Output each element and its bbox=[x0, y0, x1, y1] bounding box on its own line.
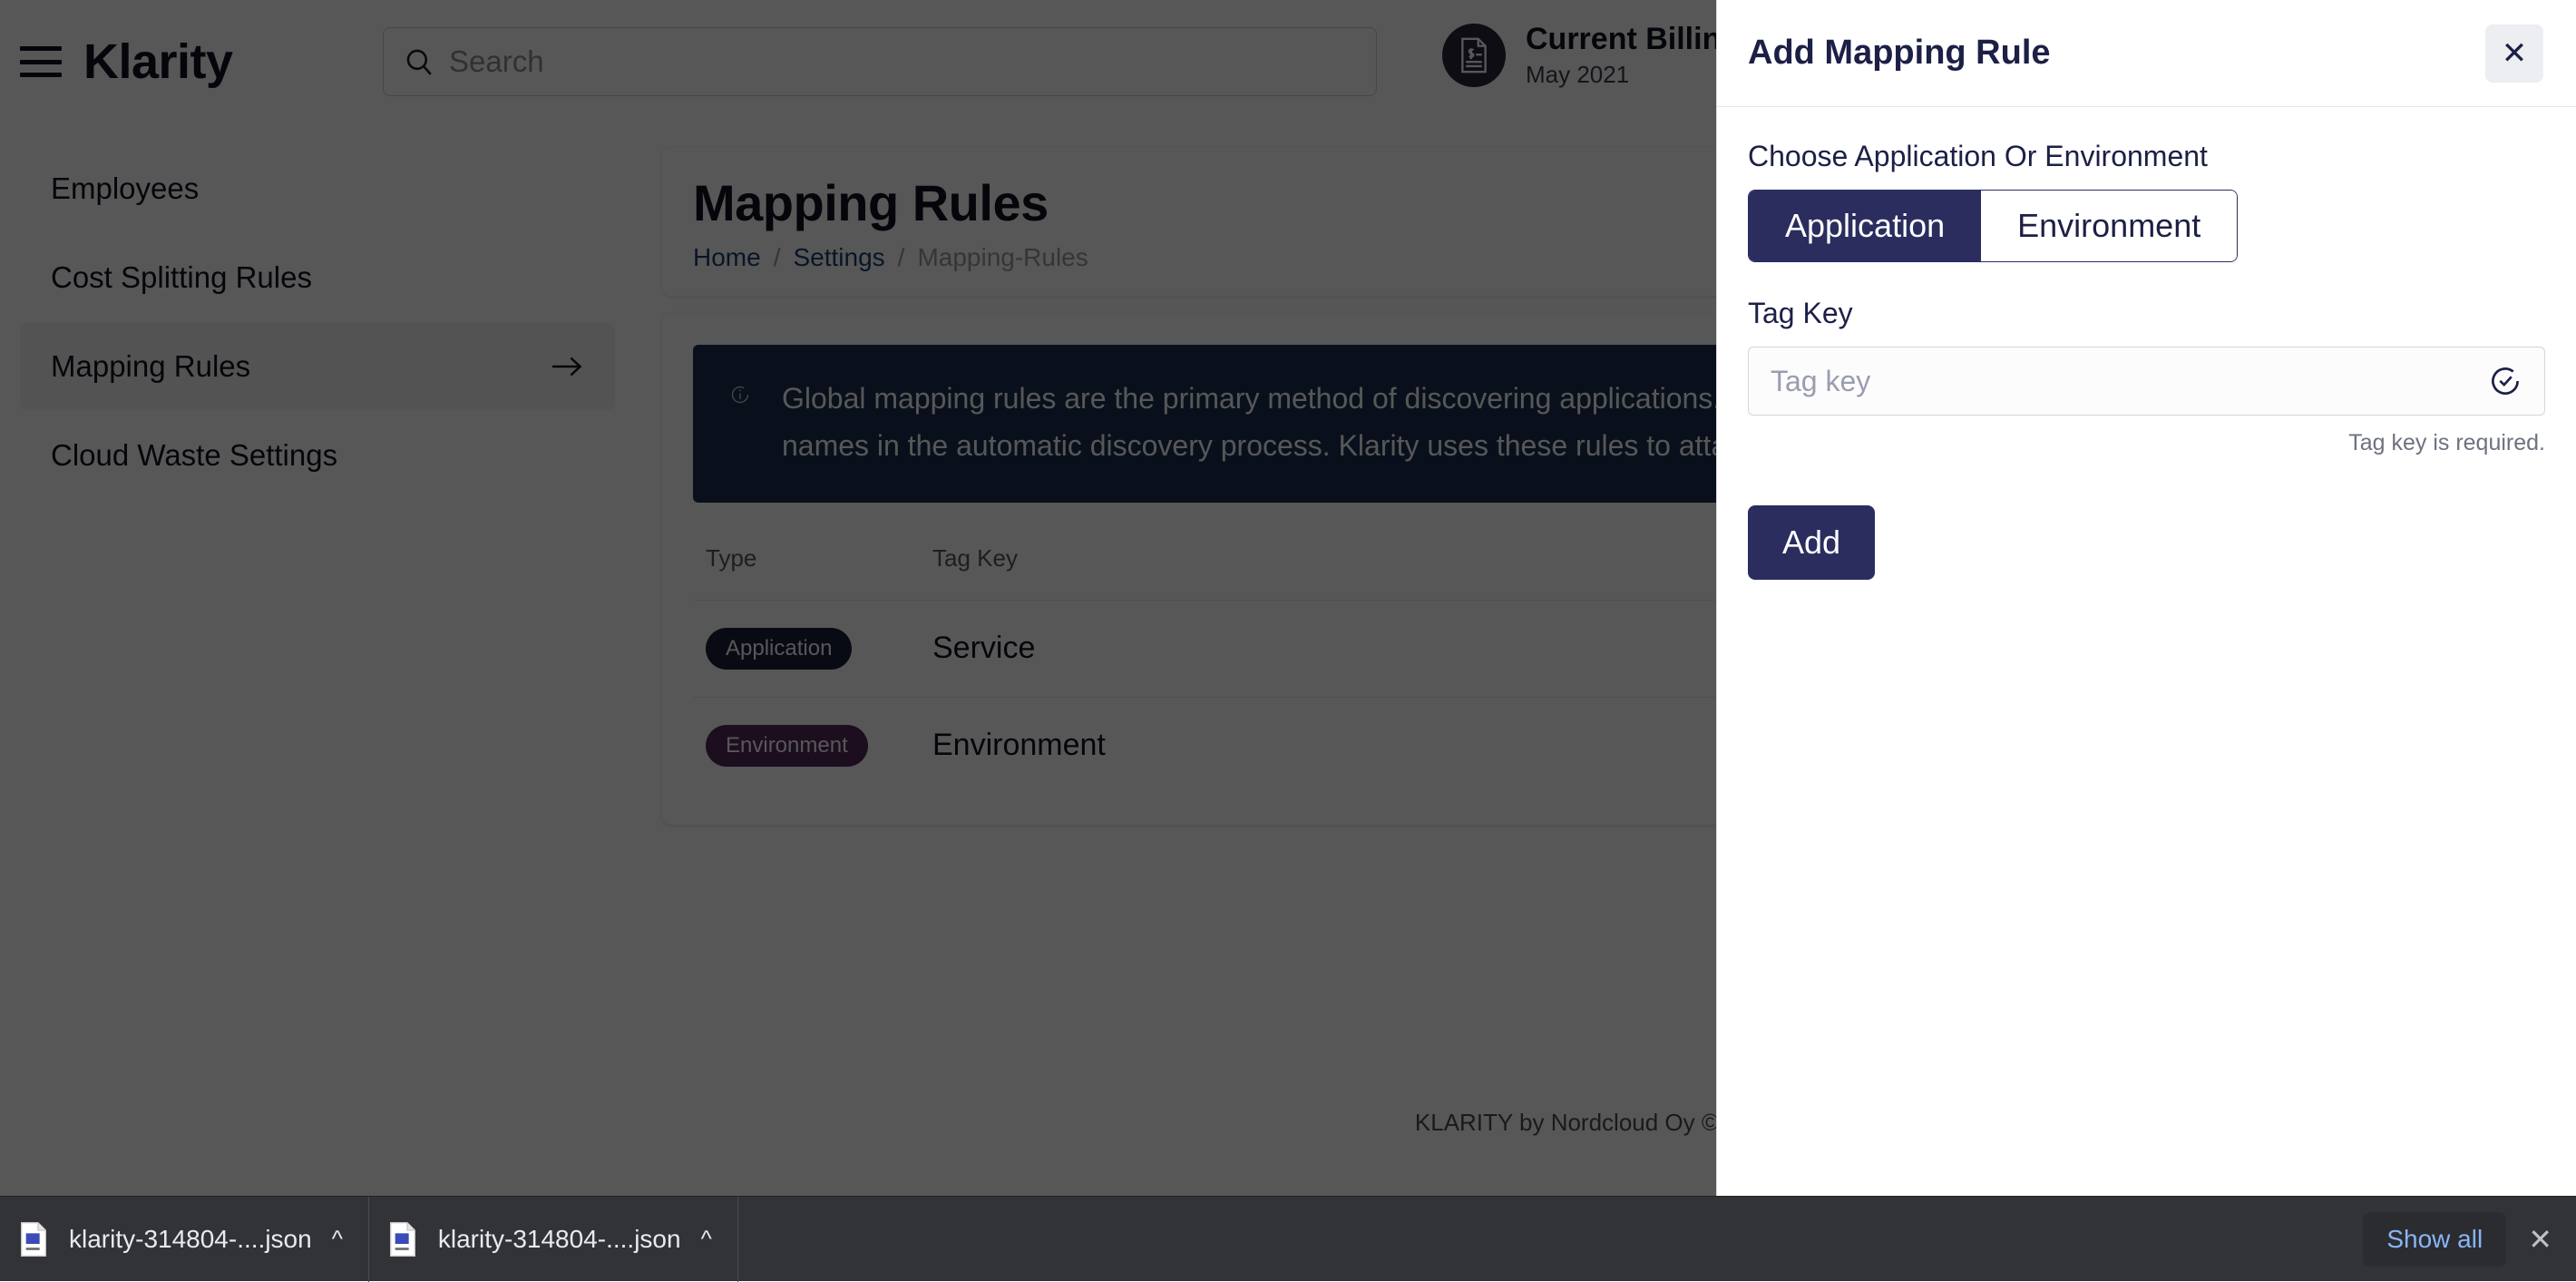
close-icon[interactable]: ✕ bbox=[2528, 1222, 2552, 1257]
drawer-title: Add Mapping Rule bbox=[1748, 34, 2051, 72]
tag-key-error-message: Tag key is required. bbox=[2348, 430, 2545, 455]
choose-type-label: Choose Application Or Environment bbox=[1748, 140, 2208, 172]
text-file-icon bbox=[21, 1221, 46, 1257]
add-button[interactable]: Add bbox=[1748, 505, 1876, 580]
drawer-body: Choose Application Or Environment Applic… bbox=[1717, 107, 2576, 580]
add-mapping-rule-drawer: Add Mapping Rule ✕ Choose Application Or… bbox=[1716, 0, 2576, 1196]
download-file-name: klarity-314804-....json bbox=[69, 1224, 312, 1253]
type-toggle-group: Application Environment bbox=[1748, 190, 2239, 262]
close-icon[interactable]: ✕ bbox=[2485, 24, 2543, 83]
download-file-name: klarity-314804-....json bbox=[437, 1224, 681, 1253]
chevron-up-icon[interactable]: ^ bbox=[332, 1225, 343, 1253]
toggle-option-environment[interactable]: Environment bbox=[1981, 191, 2238, 261]
check-circle-icon bbox=[2492, 367, 2519, 395]
download-item[interactable]: klarity-314804-....json ^ bbox=[0, 1196, 369, 1282]
tag-key-label: Tag Key bbox=[1748, 297, 1853, 329]
downloads-shelf: klarity-314804-....json ^ klarity-314804… bbox=[0, 1196, 2576, 1282]
tag-key-input[interactable] bbox=[1771, 364, 2477, 398]
download-item[interactable]: klarity-314804-....json ^ bbox=[369, 1196, 738, 1282]
show-all-downloads-button[interactable]: Show all bbox=[2363, 1211, 2507, 1267]
text-file-icon bbox=[389, 1221, 415, 1257]
toggle-option-application[interactable]: Application bbox=[1749, 191, 1982, 261]
drawer-header: Add Mapping Rule ✕ bbox=[1717, 0, 2576, 107]
tag-key-field[interactable] bbox=[1748, 347, 2545, 416]
chevron-up-icon[interactable]: ^ bbox=[701, 1225, 712, 1253]
